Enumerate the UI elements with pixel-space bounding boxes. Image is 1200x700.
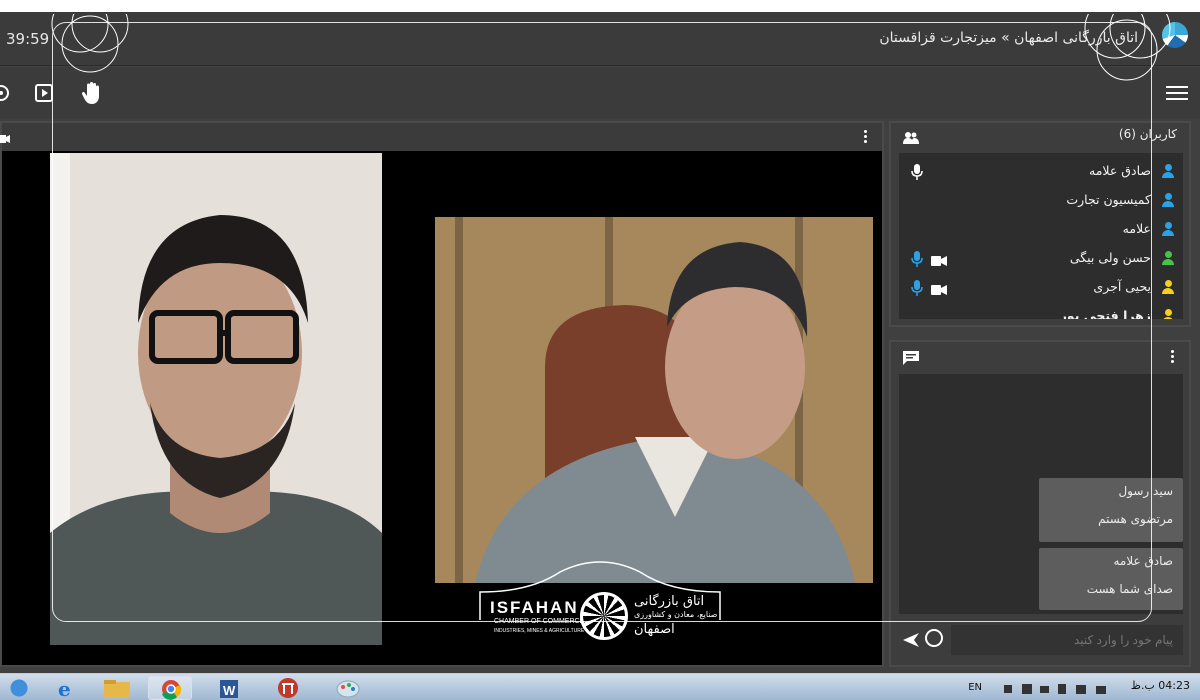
mic-icon[interactable]	[911, 164, 923, 180]
user-icon	[1161, 193, 1175, 207]
room-title: اتاق بازرگانی اصفهان » میزتجارت قزاقستان	[879, 30, 1138, 46]
chat-input[interactable]	[951, 625, 1183, 655]
chamber-emblem-icon	[580, 592, 628, 640]
user-icon	[1161, 251, 1175, 265]
participant-left-image	[50, 153, 382, 645]
users-list[interactable]: صادق علامه کمیسیون تجارت علامه حسن ولی ب…	[899, 153, 1183, 319]
broadcast-icon[interactable]	[0, 79, 20, 107]
user-icon	[1161, 222, 1175, 236]
start-button-icon[interactable]	[2, 676, 36, 700]
paint-icon[interactable]	[326, 676, 370, 700]
chat-message: صادق علامه صدای شما هست	[1039, 548, 1183, 610]
user-row[interactable]: صادق علامه	[899, 157, 1183, 186]
brand-fa-line2: صنایع، معادن و کشاورزی	[634, 610, 718, 619]
user-icon	[1161, 280, 1175, 294]
user-row[interactable]: علامه	[899, 215, 1183, 244]
user-name: یحیی آجری	[1093, 279, 1151, 294]
presentation-app-icon[interactable]	[266, 676, 310, 700]
internet-explorer-icon[interactable]: e	[44, 676, 88, 700]
camera-icon[interactable]	[931, 252, 947, 266]
title-bar: 39:59 اتاق بازرگانی اصفهان » میزتجارت قز…	[0, 12, 1200, 66]
top-strip	[0, 0, 1200, 12]
message-text: صدای شما هست	[1086, 582, 1173, 596]
user-name: کمیسیون تجارت	[1066, 192, 1151, 207]
message-sender: صادق علامه	[1113, 554, 1174, 568]
conference-app: 39:59 اتاق بازرگانی اصفهان » میزتجارت قز…	[0, 0, 1200, 700]
camera-icon[interactable]	[931, 281, 947, 295]
brand-en-line1: CHAMBER OF COMMERCE	[494, 618, 585, 625]
emoji-icon[interactable]	[925, 629, 943, 647]
taskbar-clock[interactable]: 04:23 ب.ظ	[1131, 679, 1190, 692]
chamber-logo: ISFAHAN CHAMBER OF COMMERCE INDUSTRIES, …	[484, 588, 734, 644]
windows-taskbar: e W EN 04:23 ب.ظ	[0, 673, 1200, 700]
share-video-icon[interactable]	[30, 79, 58, 107]
user-name: علامه	[1122, 221, 1151, 236]
user-name: صادق علامه	[1089, 163, 1151, 178]
toolbar	[0, 67, 1200, 119]
chat-icon	[903, 350, 919, 365]
message-text: مرتضوی هستم	[1098, 512, 1173, 526]
brand-fa-line1: اتاق بازرگانی	[634, 594, 705, 609]
system-tray-icons[interactable]	[1000, 681, 1120, 695]
message-sender: سید رسول	[1118, 484, 1173, 498]
participant-video-right	[435, 217, 873, 583]
participant-video-left	[50, 153, 382, 645]
video-panel-header	[0, 123, 882, 151]
send-icon[interactable]	[901, 630, 921, 650]
camera-icon	[0, 130, 10, 143]
app-logo-icon	[1162, 22, 1188, 48]
user-row[interactable]: زهرا فتحی پور	[899, 302, 1183, 319]
video-options-icon[interactable]	[864, 128, 868, 145]
svg-text:e: e	[58, 677, 71, 700]
brand-en-line2: INDUSTRIES, MINES & AGRICULTURE	[494, 628, 585, 634]
brand-en-name: ISFAHAN	[490, 598, 579, 617]
user-icon	[1161, 309, 1175, 319]
chat-panel: سید رسول مرتضوی هستم صادق علامه صدای شما…	[889, 340, 1191, 667]
chat-options-icon[interactable]	[1171, 348, 1175, 365]
mic-icon[interactable]	[911, 280, 923, 296]
svg-text:W: W	[223, 683, 236, 698]
file-explorer-icon[interactable]	[96, 676, 140, 700]
chat-messages[interactable]: سید رسول مرتضوی هستم صادق علامه صدای شما…	[899, 374, 1183, 614]
user-name: حسن ولی بیگی	[1069, 250, 1151, 265]
chrome-icon[interactable]	[148, 676, 192, 700]
language-indicator[interactable]: EN	[968, 682, 982, 693]
users-panel: کاربران (6) صادق علامه کمیسیون تجارت علا…	[889, 121, 1191, 327]
raise-hand-icon[interactable]	[78, 79, 106, 107]
user-icon	[1161, 164, 1175, 178]
users-title: کاربران (6)	[1118, 127, 1177, 141]
users-panel-header: کاربران (6)	[891, 123, 1189, 151]
session-timer: 39:59	[6, 30, 50, 48]
video-panel: ISFAHAN CHAMBER OF COMMERCE INDUSTRIES, …	[0, 121, 884, 667]
user-row[interactable]: کمیسیون تجارت	[899, 186, 1183, 215]
hamburger-menu-icon[interactable]	[1166, 82, 1188, 102]
mic-icon[interactable]	[911, 251, 923, 267]
user-row[interactable]: حسن ولی بیگی	[899, 244, 1183, 273]
brand-fa-line3: اصفهان	[634, 622, 675, 637]
participant-right-image	[435, 217, 873, 583]
user-name: زهرا فتحی پور	[1059, 308, 1151, 319]
chat-message: سید رسول مرتضوی هستم	[1039, 478, 1183, 542]
word-icon[interactable]: W	[208, 676, 252, 700]
users-group-icon	[903, 129, 919, 144]
user-row[interactable]: یحیی آجری	[899, 273, 1183, 302]
